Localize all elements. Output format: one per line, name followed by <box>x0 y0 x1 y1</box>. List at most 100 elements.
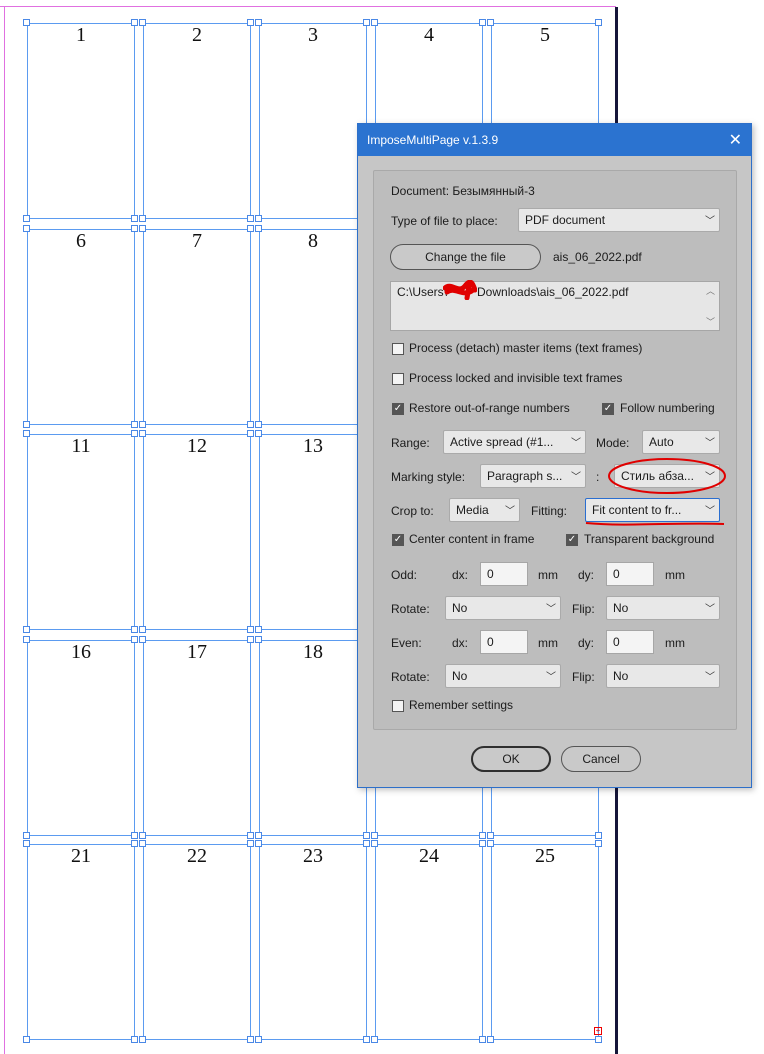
frame-handle[interactable] <box>371 832 378 839</box>
odd-dx-input[interactable]: 0 <box>480 562 528 586</box>
scroll-down-icon[interactable]: ﹀ <box>706 315 715 328</box>
frame-handle[interactable] <box>131 215 138 222</box>
frame-handle[interactable] <box>139 215 146 222</box>
frame-handle[interactable] <box>247 1036 254 1043</box>
frame-handle[interactable] <box>23 840 30 847</box>
frame-handle[interactable] <box>363 840 370 847</box>
frame-handle[interactable] <box>247 832 254 839</box>
frame-handle[interactable] <box>139 636 146 643</box>
overset-marker-icon[interactable]: + <box>594 1027 602 1035</box>
frame-handle[interactable] <box>139 421 146 428</box>
mode-select[interactable]: Auto ﹀ <box>642 430 720 454</box>
frame-handle[interactable] <box>371 840 378 847</box>
page-frame[interactable]: 16 <box>27 640 135 836</box>
transparent-bg-checkbox[interactable]: ✓ <box>566 534 578 546</box>
frame-handle[interactable] <box>131 832 138 839</box>
frame-handle[interactable] <box>255 626 262 633</box>
frame-handle[interactable] <box>255 832 262 839</box>
page-frame[interactable]: 11 <box>27 434 135 630</box>
frame-handle[interactable] <box>595 1036 602 1043</box>
page-frame[interactable]: 12 <box>143 434 251 630</box>
page-frame[interactable]: 22 <box>143 844 251 1040</box>
frame-handle[interactable] <box>247 840 254 847</box>
frame-handle[interactable] <box>255 225 262 232</box>
frame-handle[interactable] <box>131 430 138 437</box>
frame-handle[interactable] <box>131 840 138 847</box>
frame-handle[interactable] <box>247 430 254 437</box>
frame-handle[interactable] <box>479 19 486 26</box>
even-dx-input[interactable]: 0 <box>480 630 528 654</box>
restore-numbers-checkbox[interactable]: ✓ <box>392 403 404 415</box>
frame-handle[interactable] <box>371 19 378 26</box>
frame-handle[interactable] <box>131 225 138 232</box>
frame-handle[interactable] <box>131 19 138 26</box>
remember-checkbox[interactable] <box>392 700 404 712</box>
change-file-button[interactable]: Change the file <box>390 244 541 270</box>
page-frame[interactable]: 3 <box>259 23 367 219</box>
frame-handle[interactable] <box>255 215 262 222</box>
frame-handle[interactable] <box>255 19 262 26</box>
frame-handle[interactable] <box>23 421 30 428</box>
page-frame[interactable]: 17 <box>143 640 251 836</box>
page-frame[interactable]: 18 <box>259 640 367 836</box>
frame-handle[interactable] <box>23 636 30 643</box>
marking-select[interactable]: Paragraph s... ﹀ <box>480 464 586 488</box>
frame-handle[interactable] <box>487 832 494 839</box>
frame-handle[interactable] <box>247 19 254 26</box>
frame-handle[interactable] <box>363 19 370 26</box>
frame-handle[interactable] <box>131 636 138 643</box>
scroll-up-icon[interactable]: ︿ <box>706 284 715 297</box>
type-select[interactable]: PDF document ﹀ <box>518 208 720 232</box>
crop-select[interactable]: Media ﹀ <box>449 498 520 522</box>
page-frame[interactable]: 1 <box>27 23 135 219</box>
frame-handle[interactable] <box>23 1036 30 1043</box>
frame-handle[interactable] <box>595 19 602 26</box>
frame-handle[interactable] <box>479 832 486 839</box>
frame-handle[interactable] <box>131 1036 138 1043</box>
follow-numbering-checkbox[interactable]: ✓ <box>602 403 614 415</box>
page-frame[interactable]: 24 <box>375 844 483 1040</box>
frame-handle[interactable] <box>363 1036 370 1043</box>
frame-handle[interactable] <box>139 19 146 26</box>
odd-rotate-select[interactable]: No ﹀ <box>445 596 561 620</box>
fitting-select[interactable]: Fit content to fr... ﹀ <box>585 498 720 522</box>
dialog-titlebar[interactable]: ImposeMultiPage v.1.3.9 ✕ <box>358 124 751 156</box>
frame-handle[interactable] <box>247 626 254 633</box>
frame-handle[interactable] <box>139 1036 146 1043</box>
page-frame[interactable]: 8 <box>259 229 367 425</box>
frame-handle[interactable] <box>23 19 30 26</box>
even-flip-select[interactable]: No ﹀ <box>606 664 720 688</box>
frame-handle[interactable] <box>23 626 30 633</box>
frame-handle[interactable] <box>479 840 486 847</box>
frame-handle[interactable] <box>595 832 602 839</box>
range-select[interactable]: Active spread (#1... ﹀ <box>443 430 586 454</box>
page-frame[interactable]: 13 <box>259 434 367 630</box>
frame-handle[interactable] <box>247 215 254 222</box>
close-icon[interactable]: ✕ <box>729 130 742 150</box>
frame-handle[interactable] <box>23 225 30 232</box>
frame-handle[interactable] <box>255 430 262 437</box>
page-frame[interactable]: 7 <box>143 229 251 425</box>
process-master-checkbox[interactable] <box>392 343 404 355</box>
frame-handle[interactable] <box>487 19 494 26</box>
frame-handle[interactable] <box>371 1036 378 1043</box>
frame-handle[interactable] <box>255 421 262 428</box>
page-frame[interactable]: 6 <box>27 229 135 425</box>
frame-handle[interactable] <box>139 225 146 232</box>
frame-handle[interactable] <box>139 840 146 847</box>
frame-handle[interactable] <box>131 626 138 633</box>
frame-handle[interactable] <box>255 1036 262 1043</box>
even-rotate-select[interactable]: No ﹀ <box>445 664 561 688</box>
frame-handle[interactable] <box>479 1036 486 1043</box>
page-frame[interactable]: 25 <box>491 844 599 1040</box>
cancel-button[interactable]: Cancel <box>561 746 641 772</box>
paragraph-style-select[interactable]: Стиль абза... ﹀ <box>614 464 720 488</box>
page-frame[interactable]: 23 <box>259 844 367 1040</box>
frame-handle[interactable] <box>487 840 494 847</box>
even-dy-input[interactable]: 0 <box>606 630 654 654</box>
ok-button[interactable]: OK <box>471 746 551 772</box>
frame-handle[interactable] <box>363 832 370 839</box>
odd-flip-select[interactable]: No ﹀ <box>606 596 720 620</box>
frame-handle[interactable] <box>595 840 602 847</box>
frame-handle[interactable] <box>23 430 30 437</box>
